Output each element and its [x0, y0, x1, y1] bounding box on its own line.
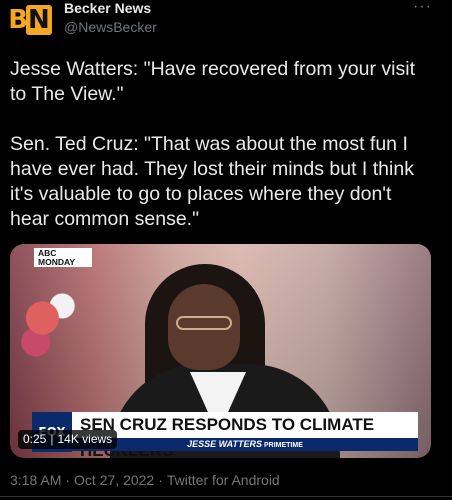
abc-corner-bug: ABC MONDAY: [34, 248, 92, 267]
chyron-subline: JESSE WATTERS PRIMETIME: [72, 438, 418, 451]
more-options-icon[interactable]: ···: [413, 0, 432, 16]
author-name[interactable]: Becker News: [64, 0, 157, 16]
chyron-show-name: JESSE WATTERS: [187, 439, 262, 449]
glasses: [176, 316, 232, 330]
view-count: 14K views: [57, 432, 113, 446]
avatar-letter-n: N: [26, 5, 52, 35]
avatar[interactable]: BN: [8, 0, 52, 40]
tweet-source[interactable]: Twitter for Android: [167, 472, 280, 488]
author-info[interactable]: Becker News @NewsBecker: [64, 0, 157, 36]
flower-arrangement: [16, 270, 82, 390]
video-duration-badge: 0:25 | 14K views: [18, 430, 118, 449]
chyron-headline: SEN CRUZ RESPONDS TO CLIMATE HECKLERS: [72, 412, 418, 458]
video-player[interactable]: ABC MONDAY FOX SEN CRUZ RESPONDS TO CLIM…: [10, 244, 431, 458]
tweet-metadata: 3:18 AM · Oct 27, 2022 · Twitter for Android: [10, 472, 280, 488]
author-handle[interactable]: @NewsBecker: [64, 18, 157, 36]
tweet-date[interactable]: Oct 27, 2022: [74, 472, 154, 488]
badge-separator: |: [50, 432, 54, 446]
meta-dot: ·: [158, 472, 163, 488]
tweet: BN Becker News @NewsBecker ··· Jesse Wat…: [0, 0, 452, 500]
chyron-show-tag: PRIMETIME: [263, 442, 303, 449]
tweet-time[interactable]: 3:18 AM: [10, 472, 61, 488]
tweet-text: Jesse Watters: "Have recovered from your…: [10, 58, 415, 230]
video-duration: 0:25: [23, 432, 47, 446]
abc-bug-text: ABC MONDAY: [38, 248, 75, 267]
divider: [0, 496, 452, 497]
meta-dot: ·: [65, 472, 71, 488]
